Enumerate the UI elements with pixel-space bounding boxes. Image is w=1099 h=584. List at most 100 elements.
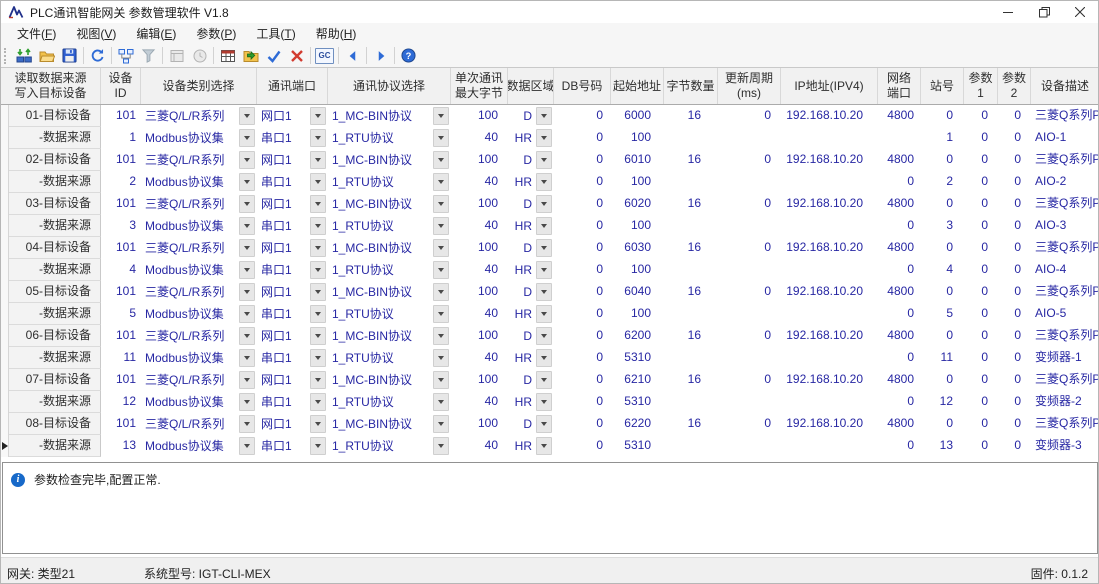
refresh-button[interactable] (86, 45, 109, 66)
cell-p2[interactable]: 0 (998, 391, 1031, 413)
cell-bytes[interactable] (664, 171, 718, 193)
cell-port[interactable]: 网口1 (257, 237, 328, 259)
cell-addr[interactable]: 100 (611, 259, 664, 281)
dropdown-button[interactable] (536, 349, 552, 367)
dropdown-button[interactable] (536, 151, 552, 169)
cell-p2[interactable]: 0 (998, 149, 1031, 171)
filter-button[interactable] (137, 45, 160, 66)
cell-p1[interactable]: 0 (964, 413, 998, 435)
dropdown-button[interactable] (310, 371, 326, 389)
cell-bytes[interactable]: 16 (664, 237, 718, 259)
menu-item-4[interactable]: 工具(T) (246, 23, 305, 44)
dropdown-button[interactable] (433, 393, 449, 411)
apply-button[interactable] (262, 45, 285, 66)
dropdown-button[interactable] (239, 283, 255, 301)
cell-area[interactable]: D (508, 105, 554, 127)
menu-item-3[interactable]: 参数(P) (186, 23, 246, 44)
cell-p1[interactable]: 0 (964, 369, 998, 391)
cell-bytes[interactable]: 16 (664, 193, 718, 215)
cell-protocol[interactable]: 1_RTU协议 (328, 435, 451, 457)
dropdown-button[interactable] (239, 305, 255, 323)
cell-protocol[interactable]: 1_MC-BIN协议 (328, 281, 451, 303)
dropdown-button[interactable] (310, 107, 326, 125)
dropdown-button[interactable] (536, 371, 552, 389)
cell-p1[interactable]: 0 (964, 105, 998, 127)
cell-max_bytes[interactable]: 100 (451, 149, 508, 171)
cell-addr[interactable]: 6220 (611, 413, 664, 435)
cell-cycle[interactable]: 0 (718, 237, 781, 259)
cell-addr[interactable]: 6030 (611, 237, 664, 259)
dropdown-button[interactable] (310, 393, 326, 411)
cell-type[interactable]: 三菱Q/L/R系列 (141, 369, 257, 391)
dropdown-button[interactable] (239, 107, 255, 125)
dropdown-button[interactable] (310, 217, 326, 235)
cell-ip[interactable]: 192.168.10.20 (781, 369, 878, 391)
row-header[interactable]: 01-目标设备 (9, 105, 101, 127)
cell-station[interactable]: 0 (921, 105, 964, 127)
prev-button[interactable] (341, 45, 364, 66)
cell-p2[interactable]: 0 (998, 435, 1031, 457)
cell-max_bytes[interactable]: 100 (451, 369, 508, 391)
dropdown-button[interactable] (536, 195, 552, 213)
cell-bytes[interactable] (664, 391, 718, 413)
cell-area[interactable]: HR (508, 391, 554, 413)
grid-settings-button[interactable] (216, 45, 239, 66)
cell-p1[interactable]: 0 (964, 347, 998, 369)
cell-station[interactable]: 2 (921, 171, 964, 193)
cell-port[interactable]: 网口1 (257, 105, 328, 127)
cell-protocol[interactable]: 1_MC-BIN协议 (328, 105, 451, 127)
dropdown-button[interactable] (433, 261, 449, 279)
cell-ip[interactable] (781, 215, 878, 237)
cell-protocol[interactable]: 1_MC-BIN协议 (328, 193, 451, 215)
cell-db[interactable]: 0 (554, 391, 611, 413)
cell-db[interactable]: 0 (554, 149, 611, 171)
cell-desc[interactable]: 三菱Q系列PLC (1031, 105, 1099, 127)
row-header[interactable]: -数据来源 (9, 171, 101, 193)
cell-p2[interactable]: 0 (998, 171, 1031, 193)
dropdown-button[interactable] (239, 349, 255, 367)
cell-protocol[interactable]: 1_MC-BIN协议 (328, 413, 451, 435)
cell-db[interactable]: 0 (554, 281, 611, 303)
cell-p2[interactable]: 0 (998, 215, 1031, 237)
cell-protocol[interactable]: 1_RTU协议 (328, 171, 451, 193)
cell-cycle[interactable]: 0 (718, 325, 781, 347)
restore-button[interactable] (1026, 1, 1062, 23)
cell-net_port[interactable]: 4800 (878, 105, 921, 127)
cell-id[interactable]: 101 (101, 369, 141, 391)
cell-db[interactable]: 0 (554, 105, 611, 127)
dropdown-button[interactable] (433, 239, 449, 257)
cell-db[interactable]: 0 (554, 193, 611, 215)
cell-max_bytes[interactable]: 100 (451, 413, 508, 435)
cell-desc[interactable]: 变频器-2 (1031, 391, 1099, 413)
dropdown-button[interactable] (310, 173, 326, 191)
cell-cycle[interactable] (718, 171, 781, 193)
cell-p2[interactable]: 0 (998, 127, 1031, 149)
cell-p1[interactable]: 0 (964, 215, 998, 237)
cell-max_bytes[interactable]: 40 (451, 391, 508, 413)
cell-bytes[interactable]: 16 (664, 149, 718, 171)
cell-type[interactable]: 三菱Q/L/R系列 (141, 237, 257, 259)
cell-p1[interactable]: 0 (964, 149, 998, 171)
cell-protocol[interactable]: 1_RTU协议 (328, 303, 451, 325)
row-header[interactable]: 04-目标设备 (9, 237, 101, 259)
import-button[interactable] (239, 45, 262, 66)
cell-type[interactable]: 三菱Q/L/R系列 (141, 105, 257, 127)
cell-net_port[interactable]: 0 (878, 171, 921, 193)
dropdown-button[interactable] (433, 107, 449, 125)
cell-db[interactable]: 0 (554, 347, 611, 369)
dropdown-button[interactable] (536, 107, 552, 125)
cell-max_bytes[interactable]: 40 (451, 303, 508, 325)
dropdown-button[interactable] (310, 261, 326, 279)
cell-bytes[interactable]: 16 (664, 413, 718, 435)
cell-cycle[interactable] (718, 347, 781, 369)
cell-max_bytes[interactable]: 40 (451, 127, 508, 149)
cell-cycle[interactable]: 0 (718, 369, 781, 391)
cell-area[interactable]: D (508, 149, 554, 171)
cell-area[interactable]: HR (508, 127, 554, 149)
cell-p2[interactable]: 0 (998, 259, 1031, 281)
cell-ip[interactable]: 192.168.10.20 (781, 325, 878, 347)
cell-net_port[interactable]: 4800 (878, 281, 921, 303)
dropdown-button[interactable] (536, 283, 552, 301)
cell-port[interactable]: 串口1 (257, 215, 328, 237)
cell-p2[interactable]: 0 (998, 369, 1031, 391)
